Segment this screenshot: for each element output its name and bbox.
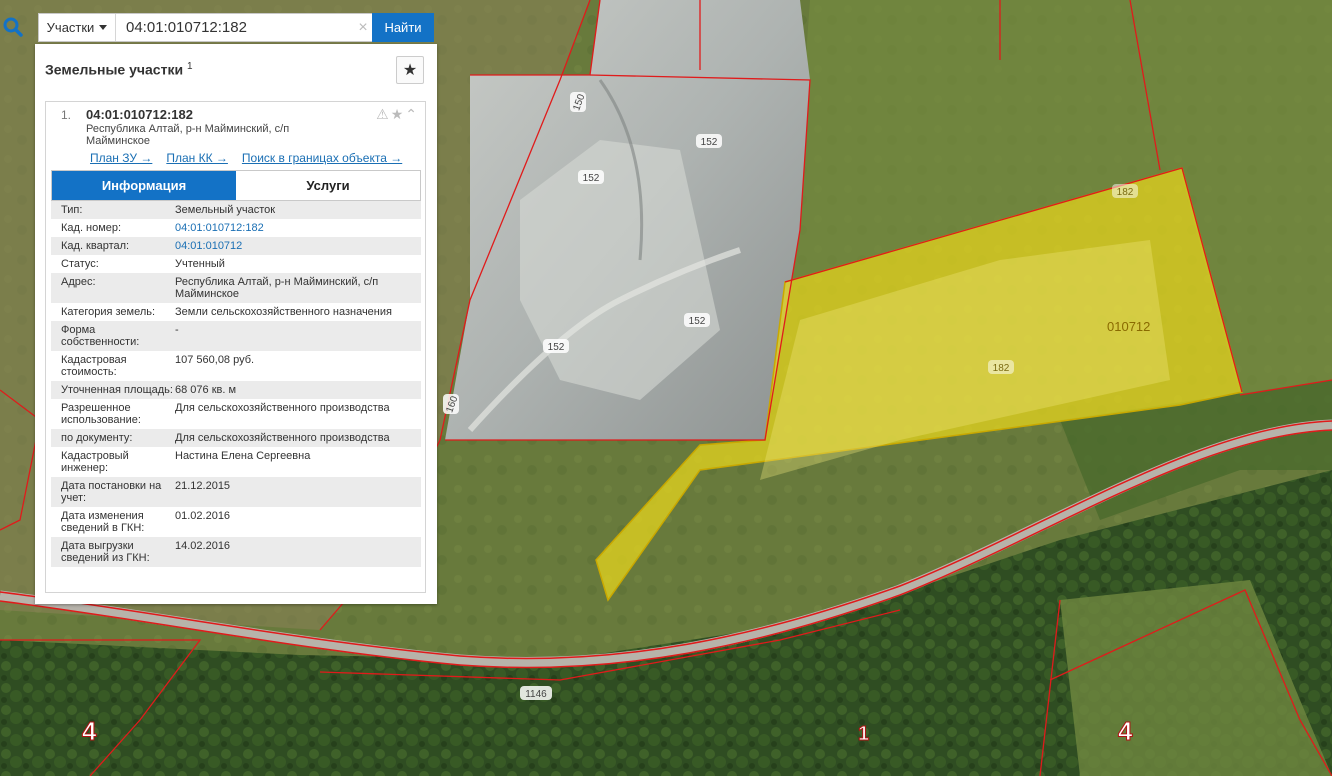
plan-kk-link[interactable]: План КК → bbox=[166, 151, 228, 165]
svg-text:152: 152 bbox=[701, 137, 718, 148]
svg-text:152: 152 bbox=[583, 173, 600, 184]
svg-text:182: 182 bbox=[993, 363, 1010, 374]
tab-services[interactable]: Услуги bbox=[236, 171, 420, 200]
svg-text:152: 152 bbox=[689, 316, 706, 327]
search-type-dropdown[interactable]: Участки bbox=[39, 14, 116, 41]
star-icon: ★ bbox=[402, 62, 418, 79]
parcel-label: 152 bbox=[578, 170, 604, 184]
info-row: Уточненная площадь: 68 076 кв. м bbox=[51, 381, 421, 399]
parcel-label: 152 bbox=[684, 313, 710, 327]
panel-title: Земельные участки 1 bbox=[45, 61, 193, 78]
info-key: Статус: bbox=[61, 258, 99, 270]
parcel-label: 182 bbox=[1112, 184, 1138, 198]
info-key: Адрес: bbox=[61, 276, 96, 288]
find-button[interactable]: Найти bbox=[372, 13, 434, 42]
svg-text:182: 182 bbox=[1117, 187, 1134, 198]
info-row: Категория земель: Земли сельскохозяйствен… bbox=[51, 303, 421, 321]
search-icon[interactable] bbox=[2, 16, 28, 42]
info-value: Для сельскохозяйственного производства bbox=[175, 402, 390, 414]
parcel-label: 160 bbox=[443, 394, 461, 414]
svg-text:1146: 1146 bbox=[525, 689, 547, 700]
info-value: 21.12.2015 bbox=[175, 480, 231, 492]
info-value: 68 076 кв. м bbox=[175, 384, 237, 396]
collapse-icon[interactable]: ⌃ bbox=[405, 106, 417, 123]
info-key: Кадастровый инженер: bbox=[61, 450, 129, 474]
info-value: - bbox=[175, 324, 179, 336]
info-table: Тип: Земельный участок Кад. номер: 04:01:01… bbox=[51, 201, 421, 567]
info-value[interactable]: 04:01:010712 bbox=[175, 240, 421, 252]
info-row: Тип: Земельный участок bbox=[51, 201, 421, 219]
info-value: 14.02.2016 bbox=[175, 540, 231, 552]
info-key: Кад. квартал: bbox=[61, 240, 130, 252]
info-value: Настина Елена Сергеевна bbox=[175, 450, 311, 462]
info-row: Форма собственности: - bbox=[51, 321, 421, 351]
info-key: Категория земель: bbox=[61, 306, 156, 318]
info-value: Земли сельскохозяйственного назначения bbox=[175, 306, 392, 318]
info-row: Разрешенное использование: Для сельскохоз… bbox=[51, 399, 421, 429]
zone-label: 1 bbox=[858, 723, 869, 745]
result-count: 1 bbox=[186, 61, 193, 72]
results-panel: Земельные участки 1 ★ 1. 04:01:010712:18… bbox=[35, 44, 437, 604]
info-row: Адрес: Республика Алтай, р-н Майминский, … bbox=[51, 273, 421, 303]
zone-label: 4 bbox=[1118, 716, 1133, 746]
svg-text:152: 152 bbox=[548, 342, 565, 353]
info-row: Дата выгрузки сведений из ГКН: 14.02.2016 bbox=[51, 537, 421, 567]
info-key: Тип: bbox=[61, 204, 83, 216]
parcel-label: 1146 bbox=[520, 686, 552, 700]
info-key: Дата выгрузки сведений из ГКН: bbox=[61, 540, 150, 564]
plan-zu-link[interactable]: План ЗУ → bbox=[90, 151, 152, 165]
info-key: Дата постановки на учет: bbox=[61, 480, 162, 504]
info-value: Для сельскохозяйственного производства bbox=[175, 432, 390, 444]
info-key: Дата изменения сведений в ГКН: bbox=[61, 510, 145, 534]
info-value: Учтенный bbox=[175, 258, 225, 270]
info-value[interactable]: 04:01:010712:182 bbox=[175, 222, 421, 234]
info-key: Кадастровая стоимость: bbox=[61, 354, 127, 378]
result-number: 1. bbox=[61, 108, 72, 122]
caret-down-icon bbox=[99, 25, 108, 30]
search-bar: Участки × Найти bbox=[38, 13, 434, 42]
info-value: Республика Алтай, р-н Майминский, с/п Ма… bbox=[175, 276, 379, 300]
info-row: по документу: Для сельскохозяйственного п… bbox=[51, 429, 421, 447]
info-value: 01.02.2016 bbox=[175, 510, 231, 522]
info-value: 107 560,08 руб. bbox=[175, 354, 255, 366]
search-in-bounds-link[interactable]: Поиск в границах объекта → bbox=[242, 151, 402, 165]
info-row: Кадастровый инженер: Настина Елена Сергее… bbox=[51, 447, 421, 477]
info-row: Дата изменения сведений в ГКН: 01.02.2016 bbox=[51, 507, 421, 537]
info-row: Кад. квартал: 04:01:010712 bbox=[51, 237, 421, 255]
info-row: Кад. номер: 04:01:010712:182 bbox=[51, 219, 421, 237]
parcel-label: 182 bbox=[988, 360, 1014, 374]
zone-label: 4 bbox=[82, 716, 97, 746]
info-key: Форма собственности: bbox=[61, 324, 140, 348]
info-value: Земельный участок bbox=[175, 204, 276, 216]
search-input[interactable] bbox=[116, 14, 354, 41]
tab-info[interactable]: Информация bbox=[52, 171, 236, 200]
info-key: Кад. номер: bbox=[61, 222, 122, 234]
search-type-label: Участки bbox=[46, 20, 95, 35]
clear-icon[interactable]: × bbox=[354, 19, 372, 37]
result-card: 1. 04:01:010712:182 Республика Алтай, р-… bbox=[45, 101, 426, 593]
info-key: Разрешенное использование: bbox=[61, 402, 141, 426]
info-row: Кадастровая стоимость: 107 560,08 руб. bbox=[51, 351, 421, 381]
result-cad-number[interactable]: 04:01:010712:182 bbox=[86, 107, 193, 122]
parcel-label: 150 bbox=[570, 92, 588, 112]
warning-icon[interactable]: ⚠ bbox=[376, 106, 389, 123]
cadastral-quarter-label: 010712 bbox=[1107, 319, 1150, 334]
info-key: Уточненная площадь: bbox=[61, 384, 173, 396]
result-address: Республика Алтай, р-н Майминский, с/п Ма… bbox=[86, 123, 290, 147]
info-row: Дата постановки на учет: 21.12.2015 bbox=[51, 477, 421, 507]
info-row: Статус: Учтенный bbox=[51, 255, 421, 273]
info-key: по документу: bbox=[61, 432, 133, 444]
star-icon[interactable]: ★ bbox=[391, 106, 404, 123]
parcel-label: 152 bbox=[543, 339, 569, 353]
parcel-label: 152 bbox=[696, 134, 722, 148]
result-tabs: Информация Услуги bbox=[51, 170, 421, 201]
favorite-button[interactable]: ★ bbox=[396, 56, 424, 84]
